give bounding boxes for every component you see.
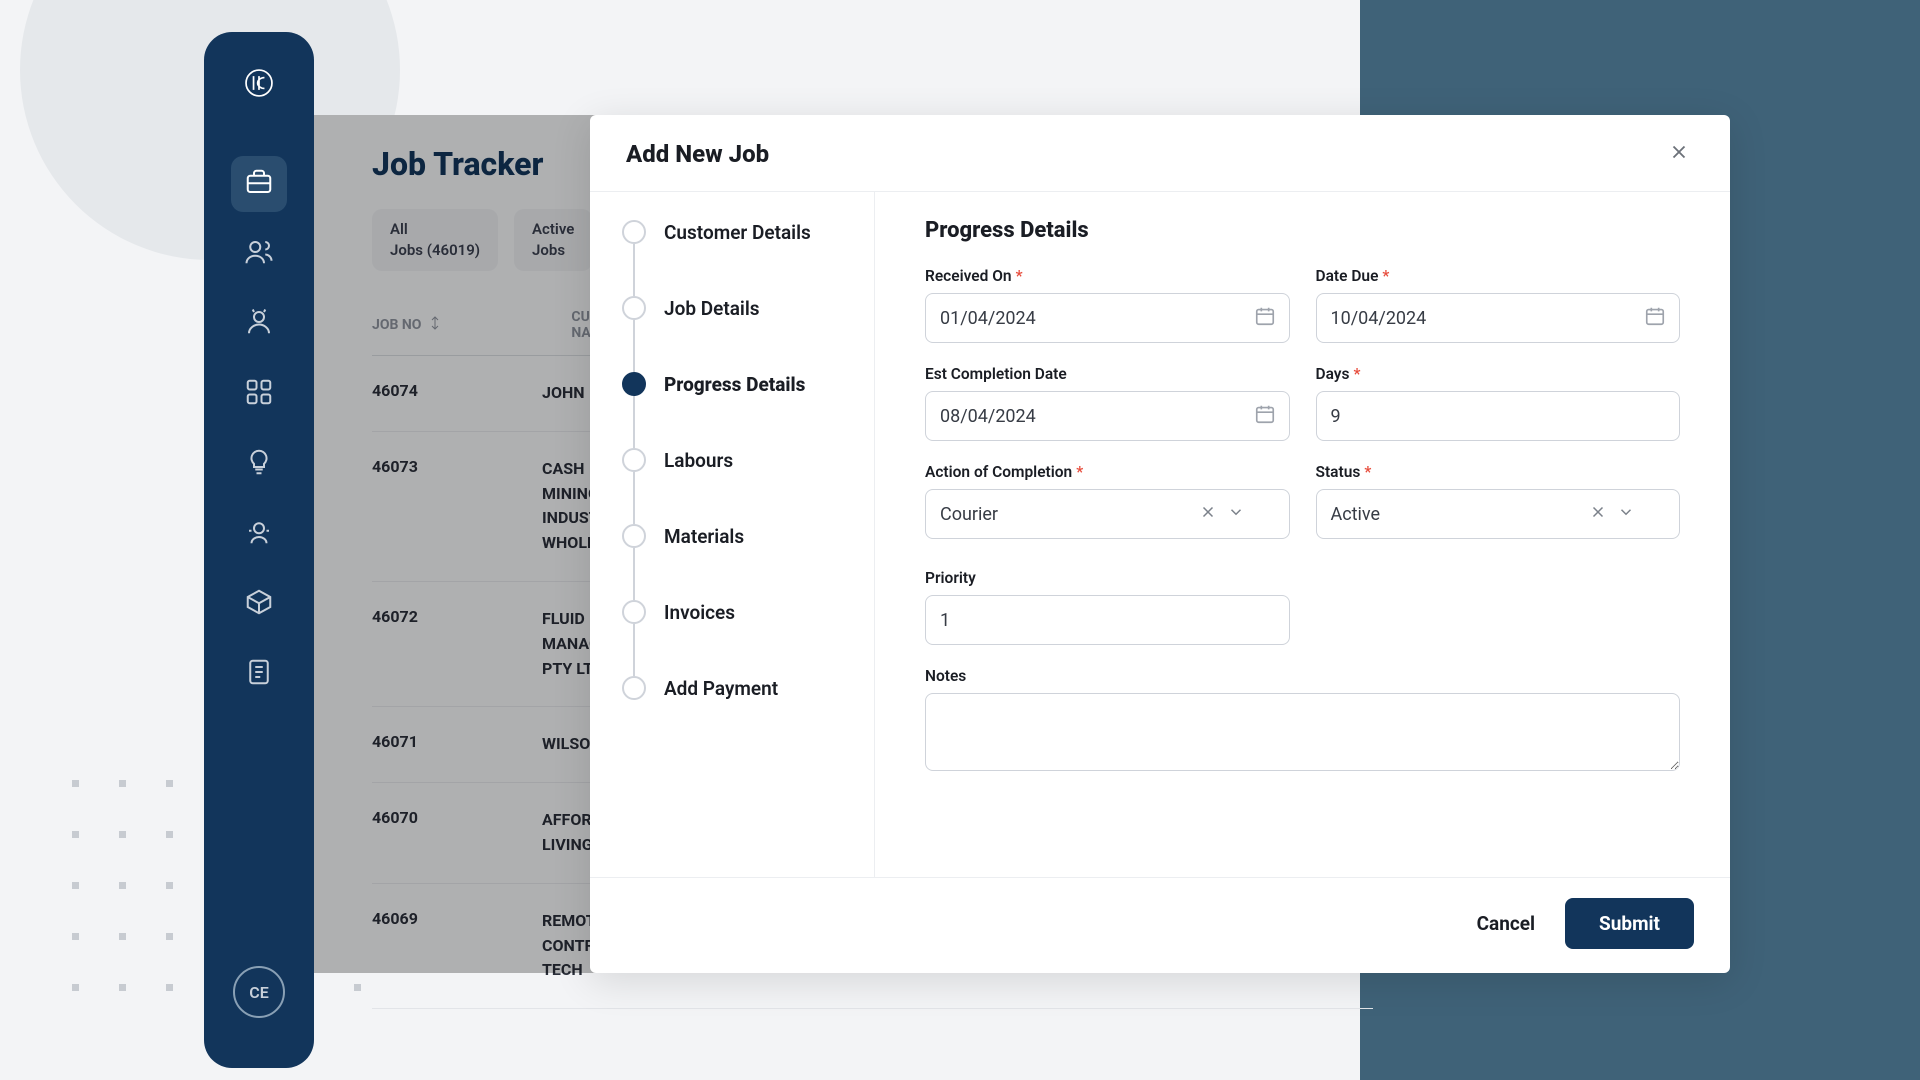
sidebar-item-inventory[interactable] bbox=[231, 576, 287, 632]
received-on-input[interactable] bbox=[925, 293, 1290, 343]
calendar-icon[interactable] bbox=[1254, 305, 1276, 331]
modal-title: Add New Job bbox=[626, 140, 769, 168]
action-of-completion-label: Action of Completion* bbox=[925, 463, 1290, 481]
priority-input[interactable] bbox=[925, 595, 1290, 645]
form-stepper: Customer Details Job Details Progress De… bbox=[590, 192, 875, 877]
sidebar-item-reports[interactable] bbox=[231, 646, 287, 702]
step-indicator-icon bbox=[622, 448, 646, 472]
avatar[interactable]: CE bbox=[233, 966, 285, 1018]
step-labours[interactable]: Labours bbox=[622, 448, 874, 524]
support-icon bbox=[244, 517, 274, 551]
step-customer-details[interactable]: Customer Details bbox=[622, 220, 874, 296]
step-indicator-icon bbox=[622, 296, 646, 320]
est-completion-label: Est Completion Date bbox=[925, 365, 1290, 383]
step-add-payment[interactable]: Add Payment bbox=[622, 676, 874, 700]
action-of-completion-select[interactable]: Courier bbox=[925, 489, 1290, 539]
close-icon bbox=[1668, 148, 1690, 167]
date-due-input[interactable] bbox=[1316, 293, 1681, 343]
chevron-down-icon bbox=[1227, 503, 1245, 526]
step-indicator-icon bbox=[622, 676, 646, 700]
logo-icon bbox=[244, 68, 274, 102]
close-button[interactable] bbox=[1664, 137, 1694, 171]
sidebar-item-support[interactable] bbox=[231, 506, 287, 562]
lightbulb-icon bbox=[244, 447, 274, 481]
clear-icon[interactable] bbox=[1589, 503, 1607, 526]
sidebar-item-customers[interactable] bbox=[231, 226, 287, 282]
progress-details-form: Progress Details Received On* Date Due* bbox=[875, 192, 1730, 877]
add-new-job-modal: Add New Job Customer Details Job Details… bbox=[590, 115, 1730, 973]
chevron-down-icon bbox=[1617, 503, 1635, 526]
sidebar-item-ideas[interactable] bbox=[231, 436, 287, 492]
calendar-icon[interactable] bbox=[1644, 305, 1666, 331]
notes-label: Notes bbox=[925, 667, 1680, 685]
box-icon bbox=[244, 587, 274, 621]
clear-icon[interactable] bbox=[1199, 503, 1217, 526]
cancel-button[interactable]: Cancel bbox=[1469, 902, 1543, 945]
submit-button[interactable]: Submit bbox=[1565, 898, 1694, 949]
calendar-icon[interactable] bbox=[1254, 403, 1276, 429]
step-indicator-icon bbox=[622, 600, 646, 624]
date-due-label: Date Due* bbox=[1316, 267, 1681, 285]
step-indicator-icon bbox=[622, 372, 646, 396]
sidebar-item-apps[interactable] bbox=[231, 366, 287, 422]
step-indicator-icon bbox=[622, 220, 646, 244]
sidebar-item-jobs[interactable] bbox=[231, 156, 287, 212]
sidebar: CE bbox=[204, 32, 314, 1068]
step-materials[interactable]: Materials bbox=[622, 524, 874, 600]
document-icon bbox=[244, 657, 274, 691]
days-input[interactable] bbox=[1316, 391, 1681, 441]
avatar-initials: CE bbox=[249, 983, 268, 1002]
step-invoices[interactable]: Invoices bbox=[622, 600, 874, 676]
grid-icon bbox=[244, 377, 274, 411]
notes-textarea[interactable] bbox=[925, 693, 1680, 771]
status-select[interactable]: Active bbox=[1316, 489, 1681, 539]
priority-label: Priority bbox=[925, 569, 1290, 587]
sidebar-item-labour[interactable] bbox=[231, 296, 287, 352]
briefcase-icon bbox=[244, 167, 274, 201]
step-progress-details[interactable]: Progress Details bbox=[622, 372, 874, 448]
step-indicator-icon bbox=[622, 524, 646, 548]
worker-icon bbox=[244, 307, 274, 341]
people-icon bbox=[244, 237, 274, 271]
est-completion-input[interactable] bbox=[925, 391, 1290, 441]
days-label: Days* bbox=[1316, 365, 1681, 383]
form-heading: Progress Details bbox=[925, 218, 1680, 243]
status-label: Status* bbox=[1316, 463, 1681, 481]
step-job-details[interactable]: Job Details bbox=[622, 296, 874, 372]
received-on-label: Received On* bbox=[925, 267, 1290, 285]
